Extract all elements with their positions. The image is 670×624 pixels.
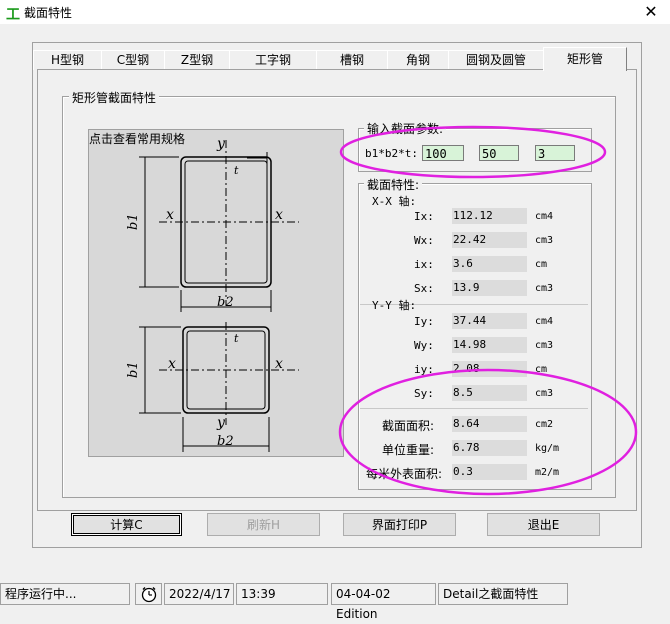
status-edition: 04-04-02 Edition [331,583,436,621]
calculate-button[interactable]: 计算C [71,513,182,536]
exit-button[interactable]: 退出E [487,513,600,536]
status-time: 13:39 [236,583,328,605]
result-highlight [338,368,638,496]
clock-icon [135,583,162,605]
status-date: 2022/4/17 [164,583,234,605]
status-state: 程序运行中... [0,583,130,605]
refresh-button[interactable]: 刷新H [207,513,320,536]
print-button[interactable]: 界面打印P [343,513,456,536]
status-detail: Detail之截面特性 [438,583,568,605]
clock-glyph [141,587,156,603]
tab-rect-tube[interactable]: 矩形管 [543,47,627,71]
input-highlight [339,125,607,179]
